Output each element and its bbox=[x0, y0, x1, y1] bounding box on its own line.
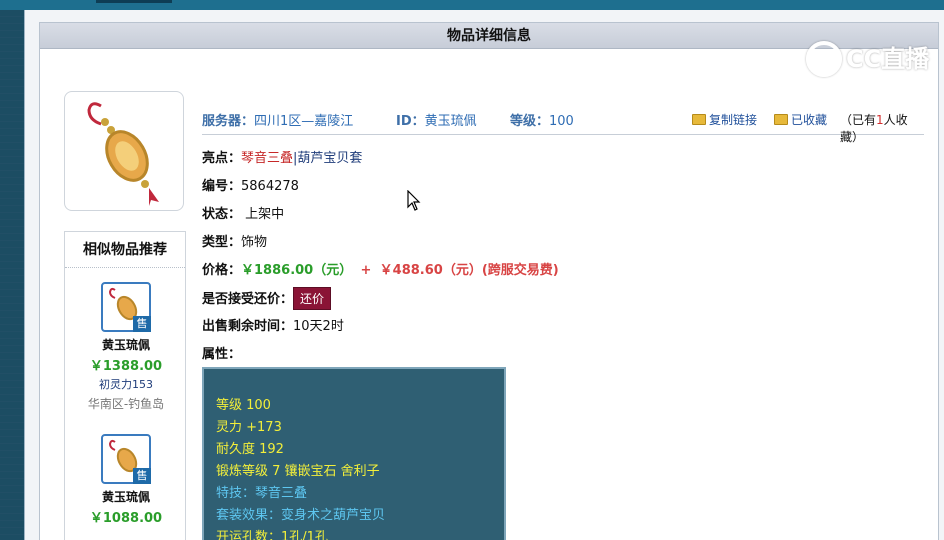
server-info: 服务器：四川1区—嘉陵江 bbox=[202, 110, 353, 129]
id-label: ID： bbox=[396, 114, 425, 129]
highlight-skill: 琴音三叠 bbox=[241, 151, 294, 166]
price-value: ￥1886.00（元） bbox=[241, 263, 353, 278]
id-value: 黄玉琉佩 bbox=[424, 114, 477, 129]
attr-line: 套装效果：变身术之葫芦宝贝 bbox=[216, 508, 386, 523]
copy-link-label: 复制链接 bbox=[709, 113, 758, 127]
copy-link-icon bbox=[692, 114, 706, 125]
remaining-time-label: 出售剩余时间： bbox=[202, 319, 294, 334]
remaining-time-value: 10天2时 bbox=[293, 319, 344, 334]
similar-item-server: 华南区-钓鱼岛 bbox=[87, 397, 165, 411]
type-value: 饰物 bbox=[241, 235, 268, 250]
copy-link-button[interactable]: 复制链接 bbox=[692, 111, 757, 128]
active-tab-indicator bbox=[96, 0, 172, 3]
similar-items-title: 相似物品推荐 bbox=[65, 232, 185, 268]
attr-line: 开运孔数：1孔/1孔 bbox=[216, 530, 328, 540]
bargain-button[interactable]: 还价 bbox=[293, 287, 332, 310]
favorite-count: （已有1人收藏） bbox=[840, 111, 924, 145]
left-border-strip bbox=[0, 10, 24, 540]
similar-items-panel: 相似物品推荐 售 黄玉琉佩 ￥1388.00 初灵力153 华南区-钓鱼岛 售 … bbox=[64, 231, 186, 540]
highlight-set: 葫芦宝贝套 bbox=[297, 151, 363, 166]
highlight-row: 亮点：琴音三叠|葫芦宝贝套 bbox=[202, 147, 362, 166]
mouse-cursor-icon bbox=[407, 190, 421, 211]
bargain-row: 是否接受还价： 还价 bbox=[202, 287, 332, 310]
fav-count-number: 1 bbox=[876, 113, 884, 127]
similar-item[interactable]: 售 黄玉琉佩 ￥1388.00 初灵力153 华南区-钓鱼岛 bbox=[65, 282, 185, 412]
cc-logo-icon bbox=[806, 41, 842, 77]
similar-item-attr: 初灵力153 bbox=[99, 378, 153, 391]
similar-item[interactable]: 售 黄玉琉佩 ￥1088.00 bbox=[65, 434, 185, 526]
attr-line: 耐久度 192 bbox=[216, 442, 284, 457]
similar-item-price: ￥1088.00 bbox=[89, 511, 163, 526]
item-thumbnail[interactable]: 售 bbox=[101, 434, 151, 484]
cc-live-watermark: CC直播 bbox=[806, 39, 936, 79]
similar-item-price: ￥1388.00 bbox=[89, 359, 163, 374]
price-plus: + bbox=[360, 263, 372, 278]
server-label: 服务器： bbox=[202, 114, 255, 129]
item-image bbox=[64, 91, 184, 211]
top-bar bbox=[0, 0, 944, 10]
bargain-label: 是否接受还价： bbox=[202, 292, 294, 307]
price-label: 价格： bbox=[202, 263, 242, 278]
type-row: 类型：饰物 bbox=[202, 231, 267, 250]
watermark-text: CC直播 bbox=[846, 45, 930, 73]
status-value: 上架中 bbox=[245, 207, 285, 222]
attr-line: 特技：琴音三叠 bbox=[216, 486, 308, 501]
attr-line: 灵力 +173 bbox=[216, 420, 282, 435]
fav-prefix: （已有 bbox=[840, 113, 877, 127]
server-value: 四川1区—嘉陵江 bbox=[254, 114, 354, 129]
collect-button[interactable]: 已收藏 bbox=[774, 111, 827, 128]
status-label: 状态： bbox=[202, 207, 242, 222]
jade-pendant-icon bbox=[87, 102, 159, 206]
attributes-row: 属性： bbox=[202, 343, 241, 362]
id-info: ID：黄玉琉佩 bbox=[396, 110, 477, 129]
number-label: 编号： bbox=[202, 179, 242, 194]
favorite-folder-icon bbox=[774, 114, 788, 125]
sell-badge: 售 bbox=[133, 468, 151, 484]
attr-line: 锻炼等级 7 镶嵌宝石 舍利子 bbox=[216, 464, 380, 479]
item-thumbnail[interactable]: 售 bbox=[101, 282, 151, 332]
remaining-time-row: 出售剩余时间：10天2时 bbox=[202, 315, 344, 334]
status-row: 状态： 上架中 bbox=[202, 203, 284, 222]
similar-item-name[interactable]: 黄玉琉佩 bbox=[65, 336, 185, 353]
highlight-label: 亮点： bbox=[202, 151, 242, 166]
attributes-box: 等级 100 灵力 +173 耐久度 192 锻炼等级 7 镶嵌宝石 舍利子 特… bbox=[202, 367, 506, 540]
attr-line: 等级 100 bbox=[216, 398, 271, 413]
type-label: 类型： bbox=[202, 235, 242, 250]
collect-label: 已收藏 bbox=[791, 113, 828, 127]
item-detail-panel: 物品详细信息 相似物品推荐 售 黄玉琉佩 ￥1388.00 初灵力153 华南区… bbox=[39, 22, 939, 540]
item-info-row: 服务器：四川1区—嘉陵江 ID：黄玉琉佩 等级：100 复制链接 已收藏 （已有… bbox=[202, 105, 924, 144]
number-row: 编号：5864278 bbox=[202, 175, 299, 194]
attributes-label: 属性： bbox=[202, 347, 242, 362]
sell-badge: 售 bbox=[133, 316, 151, 332]
level-label: 等级： bbox=[510, 114, 550, 129]
cross-server-fee: ￥488.60（元）(跨服交易费) bbox=[379, 263, 559, 278]
level-value: 100 bbox=[549, 114, 574, 129]
page: 物品详细信息 相似物品推荐 售 黄玉琉佩 ￥1388.00 初灵力153 华南区… bbox=[24, 10, 944, 540]
price-row: 价格：￥1886.00（元） + ￥488.60（元）(跨服交易费) bbox=[202, 259, 559, 278]
similar-item-name[interactable]: 黄玉琉佩 bbox=[65, 488, 185, 505]
number-value: 5864278 bbox=[241, 179, 299, 194]
panel-title: 物品详细信息 bbox=[40, 23, 938, 49]
level-info: 等级：100 bbox=[510, 110, 574, 129]
